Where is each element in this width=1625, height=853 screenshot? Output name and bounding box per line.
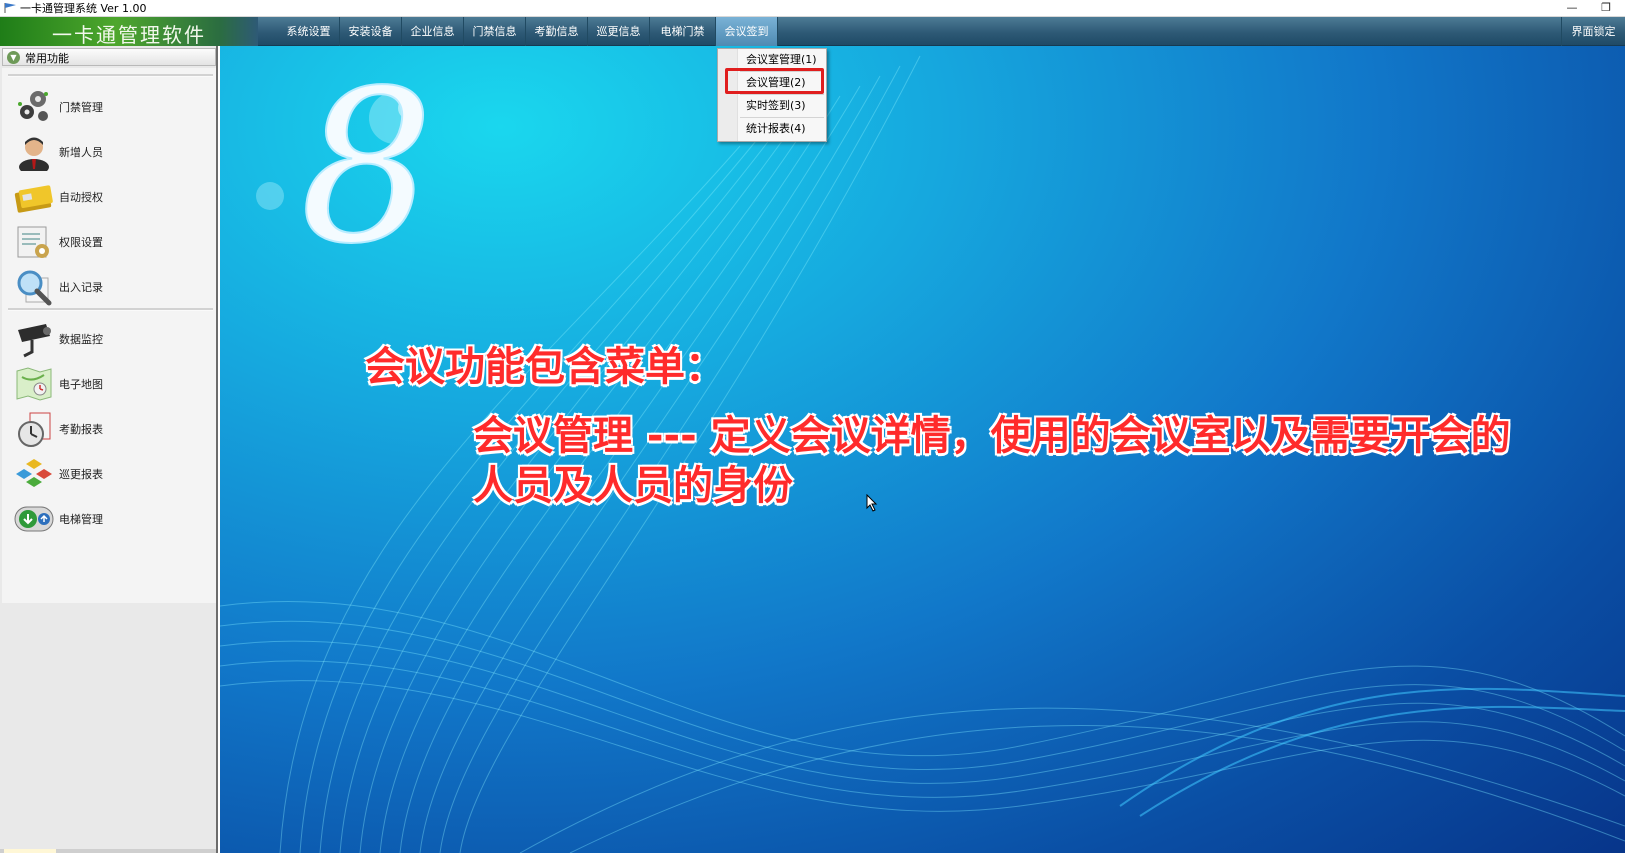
sidebar-item-access-records[interactable]: 出入记录: [14, 266, 204, 308]
sidebar-item-access-control[interactable]: 门禁管理: [14, 86, 204, 128]
dropdown-item-realtime-signin[interactable]: 实时签到(3): [738, 95, 826, 117]
main-menubar: 一卡通管理软件 系统设置 安装设备 企业信息 门禁信息 考勤信息 巡更信息 电梯…: [0, 17, 1625, 47]
sidebar-tabstrip: [0, 849, 216, 853]
menu-meeting-signin[interactable]: 会议签到: [716, 17, 778, 46]
menu-access-info[interactable]: 门禁信息: [464, 17, 526, 46]
dropdown-gutter: [718, 49, 738, 141]
main-canvas: 8 会议功能包含菜单： 会议管理 --- 定义会议详情，使用的会议室以及需要开会…: [220, 46, 1625, 853]
sidebar-item-patrol-report[interactable]: 巡更报表: [14, 453, 204, 495]
meeting-signin-dropdown: 会议室管理(1) 会议管理(2) 实时签到(3) 统计报表(4): [717, 48, 827, 142]
clipboard-icon: [17, 226, 49, 258]
elevator-icon: [14, 506, 54, 532]
menu-system-settings[interactable]: 系统设置: [278, 17, 340, 46]
sidebar-item-add-person[interactable]: 新增人员: [14, 131, 204, 173]
sidebar-item-label: 数据监控: [59, 333, 103, 346]
restore-button[interactable]: ❐: [1591, 0, 1621, 16]
dropdown-item-statistics-report[interactable]: 统计报表(4): [738, 118, 826, 140]
svg-text:8: 8: [300, 70, 434, 250]
sidebar-item-elevator-management[interactable]: 电梯管理: [14, 498, 204, 540]
sidebar-item-label: 新增人员: [59, 146, 103, 159]
sidebar-item-auto-authorize[interactable]: 自动授权: [14, 176, 204, 218]
blocks-icon: [16, 459, 52, 487]
app-flag-icon: [4, 3, 16, 13]
clock-icon: [18, 412, 51, 447]
sidebar-header-label: 常用功能: [25, 52, 69, 65]
sidebar-item-label: 权限设置: [59, 236, 103, 249]
sidebar-item-label: 电子地图: [59, 378, 103, 391]
sidebar-tab[interactable]: [4, 849, 56, 853]
sidebar-item-label: 自动授权: [59, 191, 103, 204]
window-titlebar: 一卡通管理系统 Ver 1.00 — ❐: [0, 0, 1625, 17]
sidebar-item-data-monitor[interactable]: 数据监控: [14, 318, 204, 360]
magnifier-icon: [17, 270, 52, 306]
sidebar: ▼ 常用功能 门禁管理 新增人员 自动授权 权限设置 出入记录 数据监控 电子地…: [0, 46, 218, 853]
brand-title: 一卡通管理软件: [52, 23, 206, 47]
sidebar-divider: [8, 308, 213, 311]
sidebar-item-label: 电梯管理: [59, 513, 103, 526]
sidebar-item-label: 巡更报表: [59, 468, 103, 481]
window-title: 一卡通管理系统 Ver 1.00: [20, 2, 147, 15]
menu-company-info[interactable]: 企业信息: [402, 17, 464, 46]
highlight-annotation: [725, 68, 824, 94]
mouse-cursor-icon: [866, 494, 878, 512]
brand-logo: 一卡通管理软件: [0, 17, 258, 47]
collapse-arrow-icon[interactable]: ▼: [7, 51, 20, 64]
sidebar-item-label: 考勤报表: [59, 423, 103, 436]
sidebar-header[interactable]: ▼ 常用功能: [2, 48, 216, 66]
card-icon: [14, 185, 53, 213]
menu-attendance-info[interactable]: 考勤信息: [526, 17, 588, 46]
menu-patrol-info[interactable]: 巡更信息: [588, 17, 650, 46]
overlay-title: 会议功能包含菜单：: [365, 344, 725, 390]
gears-icon: [18, 91, 48, 121]
sidebar-item-permission-settings[interactable]: 权限设置: [14, 221, 204, 263]
map-icon: [16, 367, 52, 401]
minimize-button[interactable]: —: [1557, 0, 1587, 16]
overlay-description: 会议管理 --- 定义会议详情，使用的会议室以及需要开会的人员及人员的身份: [473, 413, 1511, 509]
lock-ui-button[interactable]: 界面锁定: [1561, 17, 1625, 46]
sidebar-item-label: 门禁管理: [59, 101, 103, 114]
sidebar-item-label: 出入记录: [59, 281, 103, 294]
person-icon: [19, 137, 49, 171]
brand-8-logo: 8: [299, 70, 435, 250]
menu-install-devices[interactable]: 安装设备: [340, 17, 402, 46]
sidebar-item-e-map[interactable]: 电子地图: [14, 363, 204, 405]
camera-icon: [18, 324, 51, 358]
sidebar-divider: [8, 74, 213, 77]
sidebar-item-attendance-report[interactable]: 考勤报表: [14, 408, 204, 450]
menu-elevator-access[interactable]: 电梯门禁: [650, 17, 716, 46]
